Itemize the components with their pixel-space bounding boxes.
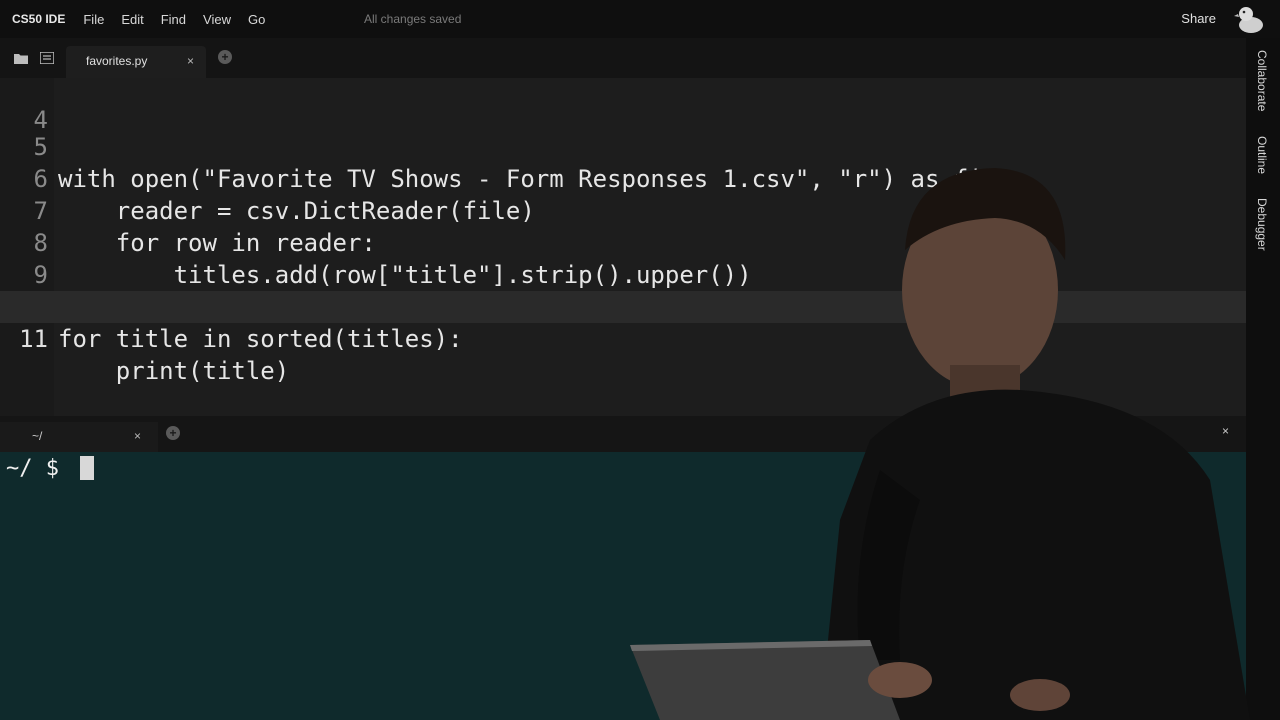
sidebar-item-collaborate[interactable]: Collaborate [1255, 50, 1269, 111]
share-button[interactable]: Share [1181, 11, 1216, 26]
terminal-panel[interactable]: ~/ $ [0, 452, 1246, 720]
code-line[interactable]: 7 for row in reader: [0, 163, 1246, 257]
terminal-tab-label: ~/ [32, 429, 43, 443]
menu-edit[interactable]: Edit [121, 12, 143, 27]
code-line[interactable]: 9 [0, 227, 1246, 289]
outline-list-icon[interactable] [40, 52, 54, 64]
add-tab-icon[interactable]: + [218, 50, 232, 64]
sidebar-item-debugger[interactable]: Debugger [1255, 198, 1269, 251]
menu-bar: CS50 IDE File Edit Find View Go All chan… [0, 0, 1280, 38]
menu-find[interactable]: Find [161, 12, 186, 27]
terminal-maximize-icon[interactable]: × [1222, 424, 1229, 438]
terminal-tab-close-icon[interactable]: × [134, 429, 141, 443]
tab-filename: favorites.py [86, 54, 148, 68]
terminal-tab-bar: ~/ × + × [0, 416, 1246, 452]
code-line[interactable]: 8 titles.add(row["title"].strip().upper(… [0, 195, 1246, 289]
code-line[interactable]: 6 reader = csv.DictReader(file) [0, 131, 1246, 225]
folder-icon[interactable] [14, 52, 28, 64]
right-sidebar: Collaborate Outline Debugger [1246, 38, 1280, 720]
tab-close-icon[interactable]: × [187, 54, 194, 68]
save-status: All changes saved [364, 12, 462, 26]
code-text: for title in sorted(titles): [58, 325, 463, 353]
menu-view[interactable]: View [203, 12, 231, 27]
sidebar-item-outline[interactable]: Outline [1255, 136, 1269, 174]
code-text: print(title) [58, 357, 290, 385]
code-line[interactable]: 5 with open("Favorite TV Shows - Form Re… [0, 99, 1246, 193]
app-brand: CS50 IDE [12, 12, 66, 26]
terminal-cursor [80, 456, 94, 480]
line-number: 11 [19, 325, 48, 353]
menu-file[interactable]: File [83, 12, 104, 27]
code-line[interactable]: 10 for title in sorted(titles): [0, 259, 1246, 353]
terminal-prompt: ~/ $ [6, 456, 73, 481]
add-terminal-icon[interactable]: + [166, 426, 180, 440]
code-editor[interactable]: 4 5 with open("Favorite TV Shows - Form … [0, 78, 1246, 416]
duck-avatar-icon[interactable] [1234, 3, 1266, 35]
tab-terminal[interactable]: ~/ × [0, 422, 158, 452]
code-line-active[interactable]: 11 print(title) [0, 291, 1246, 385]
menu-go[interactable]: Go [248, 12, 265, 27]
